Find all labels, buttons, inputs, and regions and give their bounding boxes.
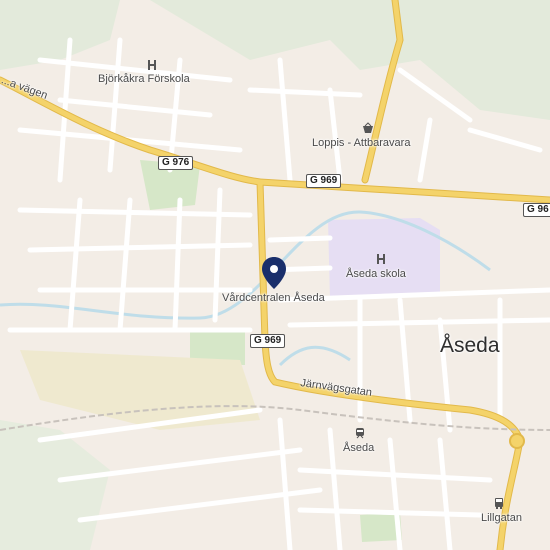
label-lillgatan[interactable]: Lillgatan — [481, 512, 522, 525]
road-shield-east: G 96 — [523, 203, 550, 217]
road-shield-g969-south: G 969 — [250, 334, 286, 348]
industrial-area — [20, 350, 260, 430]
forest-area-northwest — [0, 0, 120, 70]
label-bjorkakra-forskola[interactable]: Björkåkra Förskola — [98, 73, 190, 86]
label-vardcentralen-aseda[interactable]: Vårdcentralen Åseda — [222, 292, 325, 305]
label-aseda-station[interactable]: Åseda — [343, 442, 374, 455]
label-town-aseda[interactable]: Åseda — [440, 334, 500, 358]
label-loppis-attbaravara[interactable]: Loppis - Attbaravara — [312, 137, 410, 150]
map-pin-icon[interactable] — [262, 257, 286, 294]
road-shield-g976: G 976 — [158, 156, 194, 170]
roundabout — [509, 433, 525, 449]
label-aseda-skola[interactable]: Åseda skola — [346, 268, 406, 281]
map-view[interactable]: ...a vägen Järnvägsgatan Björkåkra Försk… — [0, 0, 550, 550]
stream-2 — [278, 345, 351, 367]
forest-area-north — [150, 0, 550, 120]
road-shield-g969-north: G 969 — [306, 174, 342, 188]
